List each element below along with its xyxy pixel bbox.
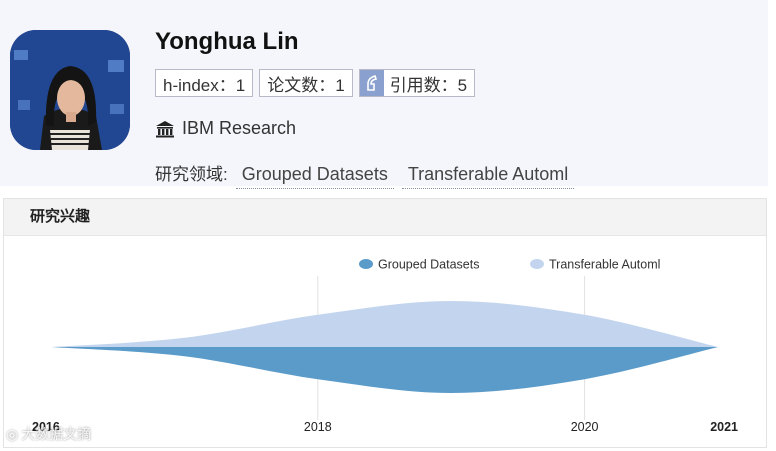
avatar — [10, 30, 130, 150]
legend-label-2: Transferable Automl — [549, 258, 660, 272]
watermark: ◎ 大数据文摘 — [6, 424, 91, 444]
x-tick-label-2018: 2018 — [304, 420, 332, 434]
field-tag-grouped-datasets[interactable]: Grouped Datasets — [235, 164, 394, 189]
legend-marker-2 — [530, 259, 544, 269]
profile-header: Yonghua Lin h-index：1 论文数：1 引用数：5 IBM Re… — [0, 0, 768, 189]
series-area-grouped-datasets — [51, 347, 718, 393]
research-fields: 研究领域: Grouped Datasets Transferable Auto… — [155, 160, 575, 189]
research-interest-chart: Grouped Datasets Transferable Automl2016 2… — [32, 258, 738, 435]
field-tag-transferable-automl[interactable]: Transferable Automl — [401, 164, 575, 189]
bank-building-icon — [156, 120, 174, 137]
h-index-badge: h-index：1 — [155, 69, 254, 97]
x-tick-label-2020: 2020 — [571, 420, 599, 434]
x-tick-label-2021: 2021 — [710, 420, 738, 434]
quote-icon — [359, 70, 384, 96]
weibo-logo-icon: ◎ — [6, 425, 19, 442]
avatar-photo — [10, 30, 130, 150]
author-name: Yonghua Lin — [155, 28, 299, 55]
affiliation[interactable]: IBM Research — [155, 118, 296, 139]
affiliation-name: IBM Research — [182, 118, 297, 138]
metrics-badges: h-index：1 论文数：1 引用数：5 — [155, 69, 476, 97]
watermark-text: 大数据文摘 — [21, 426, 92, 442]
paper-count-badge: 论文数：1 — [259, 69, 353, 97]
research-fields-label: 研究领域: — [155, 165, 228, 184]
series-area-transferable-automl — [51, 301, 718, 347]
panel-title: 研究兴趣 — [4, 199, 766, 236]
legend-marker-1 — [359, 259, 373, 269]
citation-count-badge: 引用数：5 — [358, 69, 476, 97]
legend-label-1: Grouped Datasets — [378, 258, 479, 272]
citation-count-label: 引用数：5 — [389, 75, 468, 95]
research-interest-panel: 研究兴趣 Grouped Datasets Transferable Automl… — [3, 198, 767, 448]
